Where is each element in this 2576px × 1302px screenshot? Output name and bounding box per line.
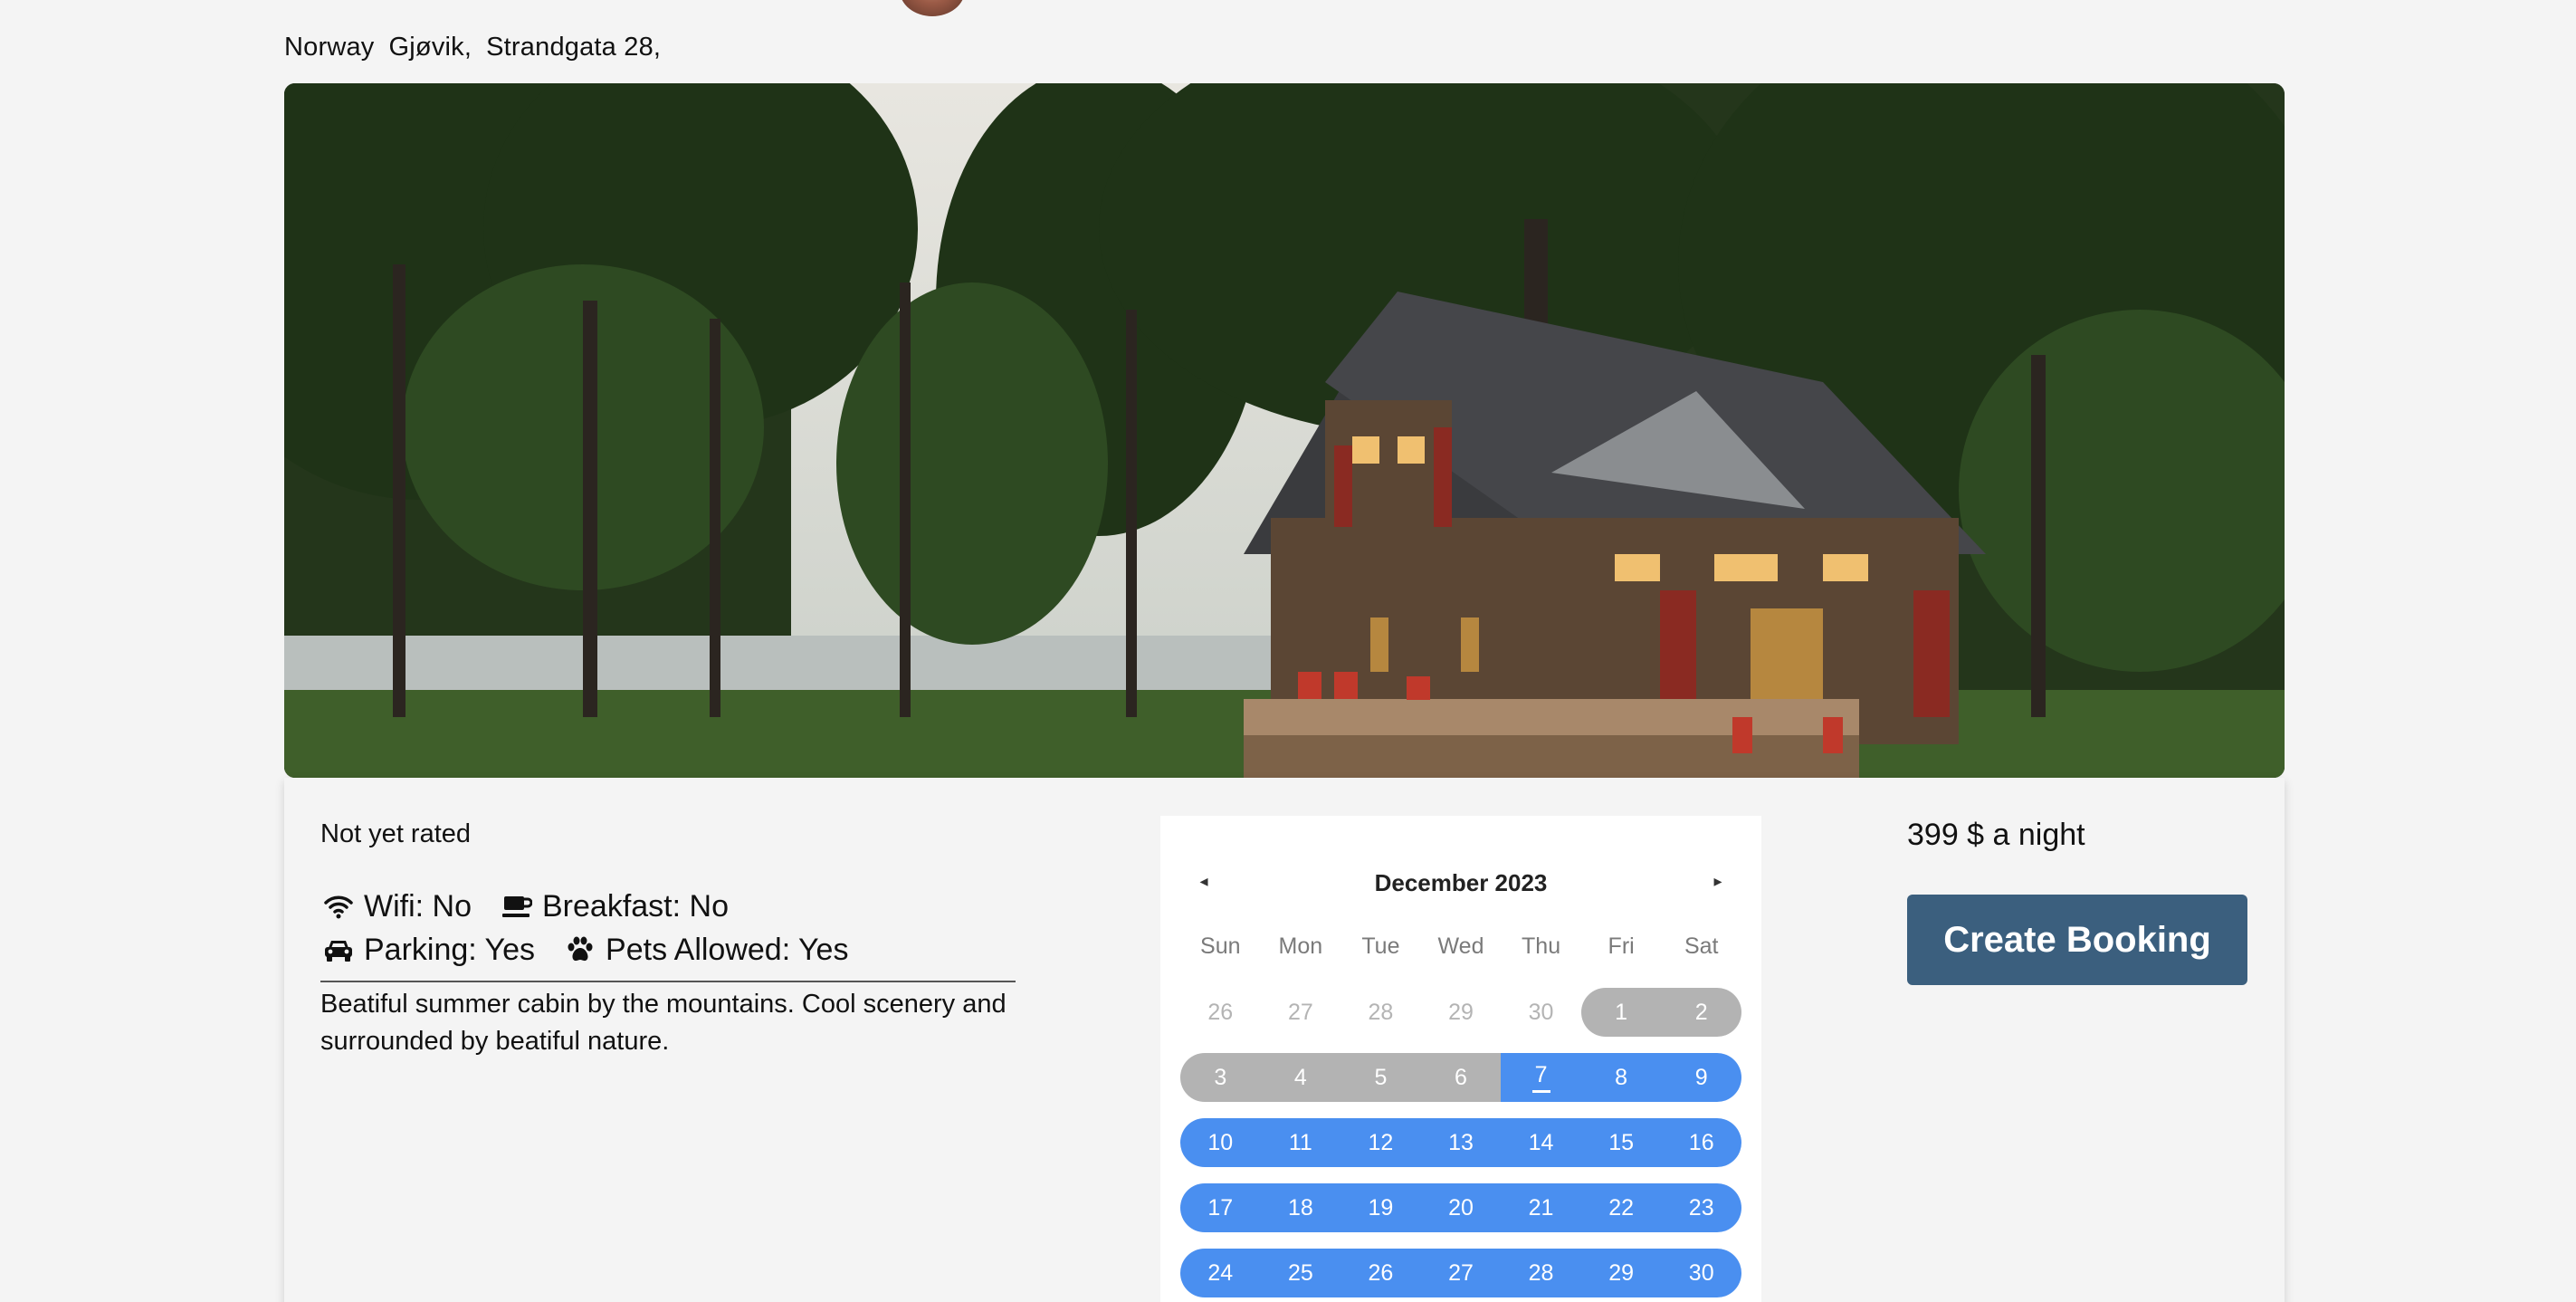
calendar-day[interactable]: 12 — [1340, 1118, 1421, 1167]
calendar-day-unavailable: 2 — [1661, 988, 1741, 1037]
amenity-parking-label: Parking: Yes — [364, 932, 536, 967]
calendar-day-outside-month: 27 — [1287, 999, 1313, 1025]
calendar-day[interactable]: 16 — [1661, 1118, 1741, 1167]
calendar-days: 26 27 28 29 30 1 2 3 4 5 6 7 8 9 10 11 1… — [1180, 988, 1741, 1302]
calendar-day[interactable]: 19 — [1340, 1183, 1421, 1232]
calendar-day[interactable]: 30 — [1661, 1249, 1741, 1297]
calendar-day[interactable]: 9 — [1661, 1053, 1741, 1102]
calendar-day[interactable]: 28 — [1501, 1249, 1581, 1297]
amenity-row: Wifi: No Breakfast: No — [320, 885, 1017, 928]
weekday-label: Sun — [1200, 933, 1241, 959]
calendar-day[interactable]: 22 — [1580, 1183, 1662, 1232]
calendar-day[interactable]: 24 — [1180, 1249, 1261, 1297]
calendar-day-unavailable: 5 — [1340, 1053, 1421, 1102]
calendar-day[interactable]: 18 — [1260, 1183, 1341, 1232]
price-per-night: 399 $ a night — [1907, 818, 2085, 852]
user-avatar[interactable] — [900, 0, 965, 16]
calendar-day[interactable]: 10 — [1180, 1118, 1261, 1167]
calendar-day[interactable]: 17 — [1180, 1183, 1261, 1232]
address-country: Norway — [284, 33, 375, 62]
calendar-week: 3 4 5 6 7 8 9 — [1180, 1053, 1741, 1102]
calendar-day-unavailable: 4 — [1260, 1053, 1341, 1102]
amenity-pets-label: Pets Allowed: Yes — [606, 932, 849, 967]
calendar-day-unavailable: 3 — [1180, 1053, 1261, 1102]
cabin-photo — [284, 83, 2285, 778]
calendar-day-unavailable: 6 — [1420, 1053, 1502, 1102]
calendar-day[interactable]: 8 — [1580, 1053, 1662, 1102]
calendar-week: 17 18 19 20 21 22 23 — [1180, 1183, 1741, 1232]
amenity-breakfast: Breakfast: No — [499, 889, 729, 924]
calendar-day[interactable]: 27 — [1420, 1249, 1502, 1297]
calendar-week: 10 11 12 13 14 15 16 — [1180, 1118, 1741, 1167]
calendar-day-today[interactable]: 7 — [1501, 1053, 1581, 1102]
listing-description: Beatiful summer cabin by the mountains. … — [320, 990, 1007, 1056]
address-street: Strandgata 28, — [486, 33, 662, 62]
calendar-day[interactable]: 13 — [1420, 1118, 1502, 1167]
calendar-week: 24 25 26 27 28 29 30 — [1180, 1249, 1741, 1297]
amenity-row: Parking: Yes Pets Allowed: Yes — [320, 928, 1017, 972]
calendar-month-title: December 2023 — [1374, 868, 1548, 896]
weekday-label: Wed — [1437, 933, 1484, 959]
calendar-day-unavailable: 1 — [1580, 988, 1662, 1037]
create-booking-button[interactable]: Create Booking — [1907, 895, 2247, 985]
calendar-day[interactable]: 14 — [1501, 1118, 1581, 1167]
wifi-icon — [320, 890, 357, 923]
amenity-wifi: Wifi: No — [320, 889, 472, 924]
calendar-week: 26 27 28 29 30 1 2 — [1180, 988, 1741, 1037]
calendar-day[interactable]: 21 — [1501, 1183, 1581, 1232]
calendar-day-outside-month: 26 — [1207, 999, 1234, 1025]
weekday-label: Thu — [1522, 933, 1561, 959]
weekday-header: Sun Mon Tue Wed Thu Fri Sat — [1180, 933, 1741, 960]
paw-icon — [562, 933, 598, 966]
rating-text: Not yet rated — [320, 819, 472, 848]
today-day-number: 7 — [1531, 1062, 1550, 1093]
calendar-day[interactable]: 29 — [1580, 1249, 1662, 1297]
calendar-day[interactable]: 26 — [1340, 1249, 1421, 1297]
calendar-day[interactable]: 23 — [1661, 1183, 1741, 1232]
section-divider — [320, 981, 1016, 982]
amenity-parking: Parking: Yes — [320, 933, 535, 968]
listing-address: Norway Gjøvik, Strandgata 28, — [284, 33, 675, 62]
weekday-label: Mon — [1278, 933, 1323, 959]
car-icon — [320, 933, 357, 966]
weekday-label: Tue — [1361, 933, 1400, 959]
weekday-label: Fri — [1608, 933, 1635, 959]
availability-calendar: ◂ December 2023 ▸ Sun Mon Tue Wed Thu Fr… — [1160, 816, 1761, 1302]
amenity-pets: Pets Allowed: Yes — [562, 933, 848, 968]
calendar-day-outside-month: 30 — [1528, 999, 1554, 1025]
amenity-breakfast-label: Breakfast: No — [542, 888, 729, 924]
calendar-day[interactable]: 15 — [1580, 1118, 1662, 1167]
calendar-day-outside-month: 28 — [1368, 999, 1394, 1025]
listing-details-card: Not yet rated Wifi: No Breakfast: No Par… — [284, 778, 2285, 1302]
calendar-day[interactable]: 20 — [1420, 1183, 1502, 1232]
weekday-label: Sat — [1684, 933, 1719, 959]
calendar-day-outside-month: 29 — [1448, 999, 1474, 1025]
next-month-button[interactable]: ▸ — [1700, 863, 1736, 899]
amenity-wifi-label: Wifi: No — [364, 888, 472, 924]
amenities-list: Wifi: No Breakfast: No Parking: Yes Pets… — [320, 885, 1017, 972]
calendar-day[interactable]: 11 — [1260, 1118, 1341, 1167]
calendar-day[interactable]: 25 — [1260, 1249, 1341, 1297]
address-city: Gjøvik, — [388, 33, 472, 62]
coffee-cup-icon — [499, 890, 535, 923]
